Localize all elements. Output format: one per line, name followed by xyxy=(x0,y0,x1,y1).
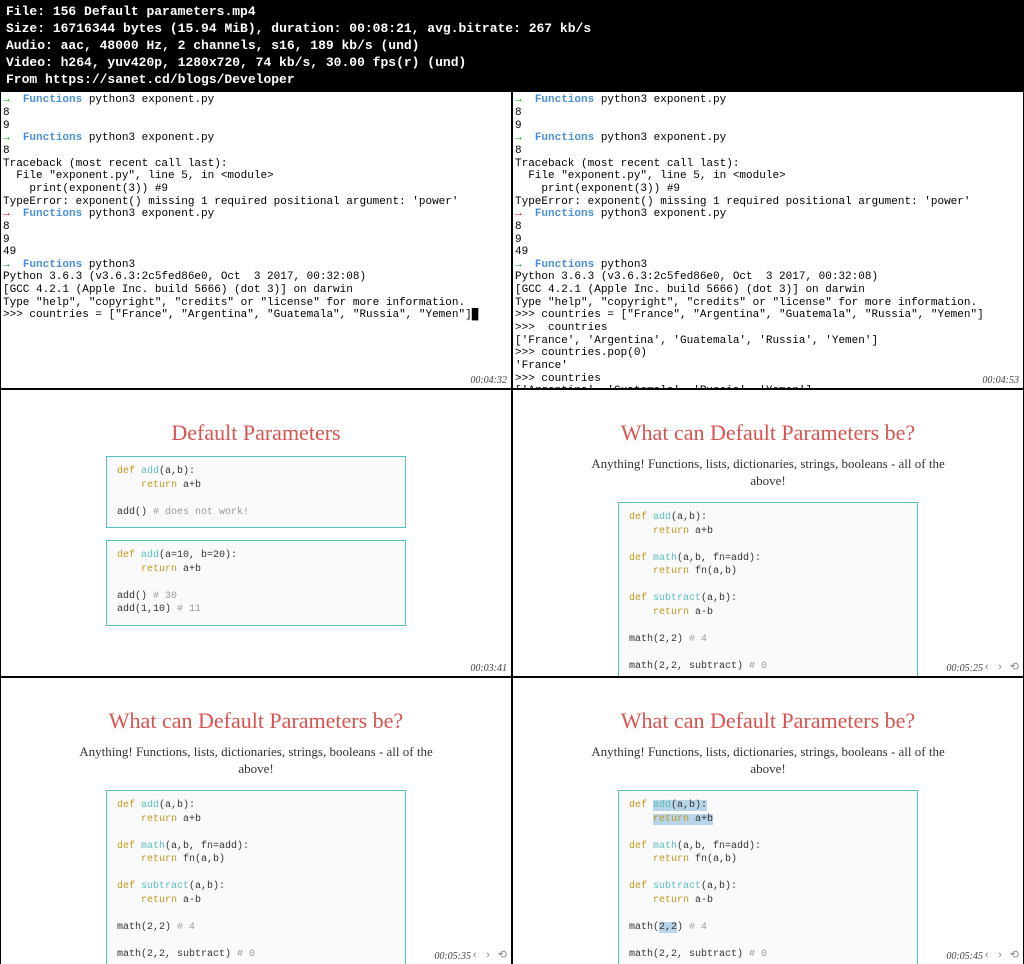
thumbnail-grid: → Functions python3 exponent.py 8 9 → Fu… xyxy=(0,92,1024,964)
file-info-header: File: 156 Default parameters.mp4 Size: 1… xyxy=(0,0,1024,92)
timestamp: 00:03:41 xyxy=(470,663,507,674)
thumb-6: What can Default Parameters be? Anything… xyxy=(513,678,1023,964)
nav-icons: ‹ › ⟲ xyxy=(983,660,1019,674)
code-box: def add(a=10, b=20): return a+b add() # … xyxy=(106,540,406,626)
timestamp: 00:05:35 xyxy=(434,951,471,962)
slide-title: Default Parameters xyxy=(171,420,340,446)
timestamp: 00:05:45 xyxy=(946,951,983,962)
thumb-3: Default Parameters def add(a,b): return … xyxy=(1,390,511,676)
slide-subtitle: Anything! Functions, lists, dictionaries… xyxy=(61,744,451,778)
code-box: def add(a,b): return a+b def math(a,b, f… xyxy=(618,790,918,964)
thumb-4: What can Default Parameters be? Anything… xyxy=(513,390,1023,676)
terminal-output: → Functions python3 exponent.py 8 9 → Fu… xyxy=(513,92,1023,388)
terminal-output: → Functions python3 exponent.py 8 9 → Fu… xyxy=(1,92,511,324)
thumb-1: → Functions python3 exponent.py 8 9 → Fu… xyxy=(1,92,511,388)
slide-subtitle: Anything! Functions, lists, dictionaries… xyxy=(573,744,963,778)
timestamp: 00:04:32 xyxy=(470,375,507,386)
thumb-2: → Functions python3 exponent.py 8 9 → Fu… xyxy=(513,92,1023,388)
slide-subtitle: Anything! Functions, lists, dictionaries… xyxy=(573,456,963,490)
code-box: def add(a,b): return a+b add() # does no… xyxy=(106,456,406,528)
nav-icons: ‹ › ⟲ xyxy=(983,948,1019,962)
timestamp: 00:05:25 xyxy=(946,663,983,674)
slide-title: What can Default Parameters be? xyxy=(621,420,915,446)
slide-title: What can Default Parameters be? xyxy=(109,708,403,734)
code-box: def add(a,b): return a+b def math(a,b, f… xyxy=(106,790,406,964)
nav-icons: ‹ › ⟲ xyxy=(471,948,507,962)
slide-title: What can Default Parameters be? xyxy=(621,708,915,734)
thumb-5: What can Default Parameters be? Anything… xyxy=(1,678,511,964)
timestamp: 00:04:53 xyxy=(982,375,1019,386)
code-box: def add(a,b): return a+b def math(a,b, f… xyxy=(618,502,918,676)
